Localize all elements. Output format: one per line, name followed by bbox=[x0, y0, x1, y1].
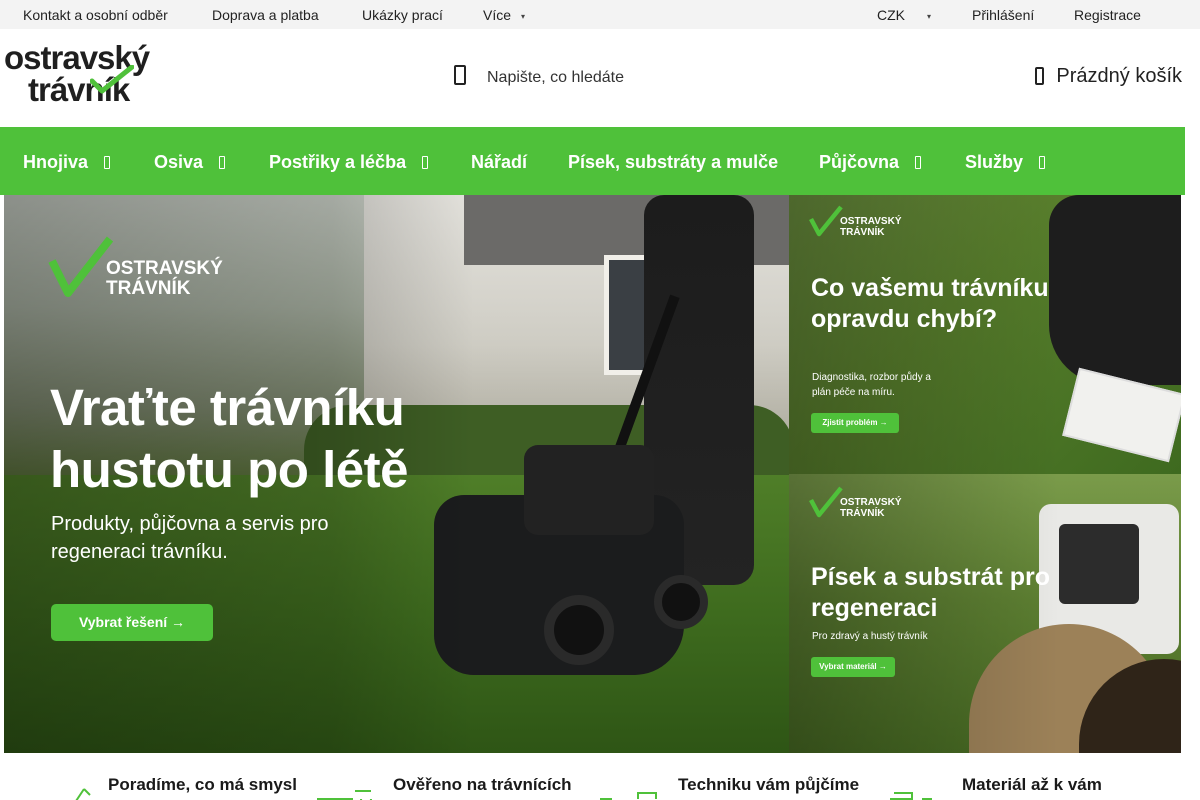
nav-item-fertilizers[interactable]: Hnojiva bbox=[23, 152, 111, 173]
nav-item-label: Postřiky a léčba bbox=[269, 152, 407, 172]
dropdown-icon bbox=[104, 156, 111, 169]
side-banner-diagnostics[interactable]: OSTRAVSKÝ TRÁVNÍK Co vašemu trávníku opr… bbox=[789, 195, 1181, 474]
advice-icon bbox=[75, 788, 91, 800]
mower-wheel bbox=[654, 575, 708, 629]
find-problem-button[interactable]: Zjistit problém → bbox=[811, 413, 899, 433]
dropdown-icon bbox=[422, 156, 429, 169]
side-banner-subtitle: Diagnostika, rozbor půdy a plán péče na … bbox=[812, 372, 931, 398]
choose-solution-button[interactable]: Vybrat řešení → bbox=[51, 604, 213, 641]
hero-subtitle: Produkty, půjčovna a servis pro regenera… bbox=[51, 513, 329, 563]
nav-item-label: Osiva bbox=[154, 152, 204, 172]
hero-brand-mark: OSTRAVSKÝ TRÁVNÍK bbox=[48, 235, 223, 299]
nav-item-seeds[interactable]: Osiva bbox=[154, 152, 226, 173]
site-header: ostravský trávník Prázdný košík bbox=[0, 29, 1200, 127]
top-utility-bar: Kontakt a osobní odběr Doprava a platba … bbox=[0, 0, 1200, 29]
cart-icon bbox=[1035, 67, 1045, 85]
cart-label: Prázdný košík bbox=[1056, 65, 1182, 87]
nav-item-tools[interactable]: Nářadí bbox=[471, 152, 527, 173]
login-link[interactable]: Přihlášení bbox=[972, 7, 1034, 23]
benefit-title: Poradíme, co má smysl bbox=[108, 775, 297, 794]
brand-checkmark-icon bbox=[809, 205, 843, 237]
brand-checkmark-icon bbox=[809, 486, 843, 518]
benefit-title: Techniku vám půjčíme bbox=[678, 775, 860, 794]
side-banner-title: Písek a substrát pro regeneraci bbox=[811, 563, 1050, 622]
choose-material-button[interactable]: Vybrat materiál → bbox=[811, 657, 895, 677]
nav-item-label: Hnojiva bbox=[23, 152, 89, 172]
mower-wheel bbox=[544, 595, 614, 665]
lawn-roller-icon bbox=[317, 790, 372, 800]
nav-item-label: Nářadí bbox=[471, 152, 528, 172]
search-input[interactable] bbox=[487, 69, 707, 87]
contact-link[interactable]: Kontakt a osobní odběr bbox=[23, 7, 168, 23]
side-banner-subtitle: Pro zdravý a hustý trávník bbox=[812, 631, 928, 642]
rental-machine-icon bbox=[600, 792, 657, 800]
brand-line-1: OSTRAVSKÝ bbox=[840, 497, 902, 508]
main-navigation: Hnojiva Osiva Postřiky a léčba Nářadí Pí… bbox=[0, 127, 1185, 195]
dropdown-icon bbox=[915, 156, 922, 169]
loader-cab bbox=[1059, 524, 1139, 604]
nav-item-label: Půjčovna bbox=[819, 152, 900, 172]
register-link[interactable]: Registrace bbox=[1074, 7, 1141, 23]
brand-checkmark-icon bbox=[48, 236, 114, 297]
nav-item-services[interactable]: Služby bbox=[965, 152, 1046, 173]
search-bar[interactable] bbox=[452, 63, 712, 91]
site-logo[interactable]: ostravský trávník bbox=[4, 39, 169, 108]
side-brand-mark: OSTRAVSKÝ TRÁVNÍK bbox=[809, 486, 902, 519]
nav-item-sand[interactable]: Písek, substráty a mulče bbox=[568, 152, 778, 173]
cart-button[interactable]: Prázdný košík bbox=[1035, 65, 1182, 93]
more-menu[interactable]: Více ▾ bbox=[483, 7, 525, 23]
brand-line-1: OSTRAVSKÝ bbox=[840, 216, 902, 227]
dropdown-icon bbox=[219, 156, 226, 169]
brand-line-1: OSTRAVSKÝ bbox=[106, 258, 223, 279]
search-icon[interactable] bbox=[454, 65, 466, 85]
side-banner-sand[interactable]: OSTRAVSKÝ TRÁVNÍK Písek a substrát pro r… bbox=[789, 474, 1181, 753]
currency-label: CZK bbox=[877, 7, 905, 23]
dropdown-icon bbox=[1039, 156, 1046, 169]
nav-item-label: Písek, substráty a mulče bbox=[568, 152, 779, 172]
nav-item-rental[interactable]: Půjčovna bbox=[819, 152, 922, 173]
side-brand-mark: OSTRAVSKÝ TRÁVNÍK bbox=[809, 205, 902, 238]
brand-line-2: TRÁVNÍK bbox=[840, 226, 885, 238]
shipping-link[interactable]: Doprava a platba bbox=[212, 7, 319, 23]
chevron-down-icon: ▾ bbox=[927, 12, 932, 21]
more-menu-label: Více bbox=[483, 7, 512, 23]
gallery-link[interactable]: Ukázky prací bbox=[362, 7, 443, 23]
chevron-down-icon: ▾ bbox=[521, 12, 526, 21]
currency-selector[interactable]: CZK ▾ bbox=[877, 7, 931, 23]
logo-checkmark-icon bbox=[90, 65, 134, 94]
benefit-title: Materiál až k vám bbox=[962, 775, 1102, 794]
brand-line-2: TRÁVNÍK bbox=[106, 277, 191, 299]
nav-item-label: Služby bbox=[965, 152, 1024, 172]
side-banner-title: Co vašemu trávníku opravdu chybí? bbox=[811, 274, 1049, 333]
mower-engine bbox=[524, 445, 654, 535]
brand-line-2: TRÁVNÍK bbox=[840, 507, 885, 519]
delivery-truck-icon bbox=[890, 792, 932, 800]
hero-banner[interactable]: OSTRAVSKÝ TRÁVNÍK Vraťte trávníku hustot… bbox=[4, 195, 789, 753]
nav-item-sprays[interactable]: Postřiky a léčba bbox=[269, 152, 429, 173]
hero-title: Vraťte trávníku hustotu po létě bbox=[50, 379, 408, 499]
benefit-title: Ověřeno na trávnících bbox=[393, 775, 572, 794]
kneeling-worker bbox=[1049, 195, 1181, 385]
